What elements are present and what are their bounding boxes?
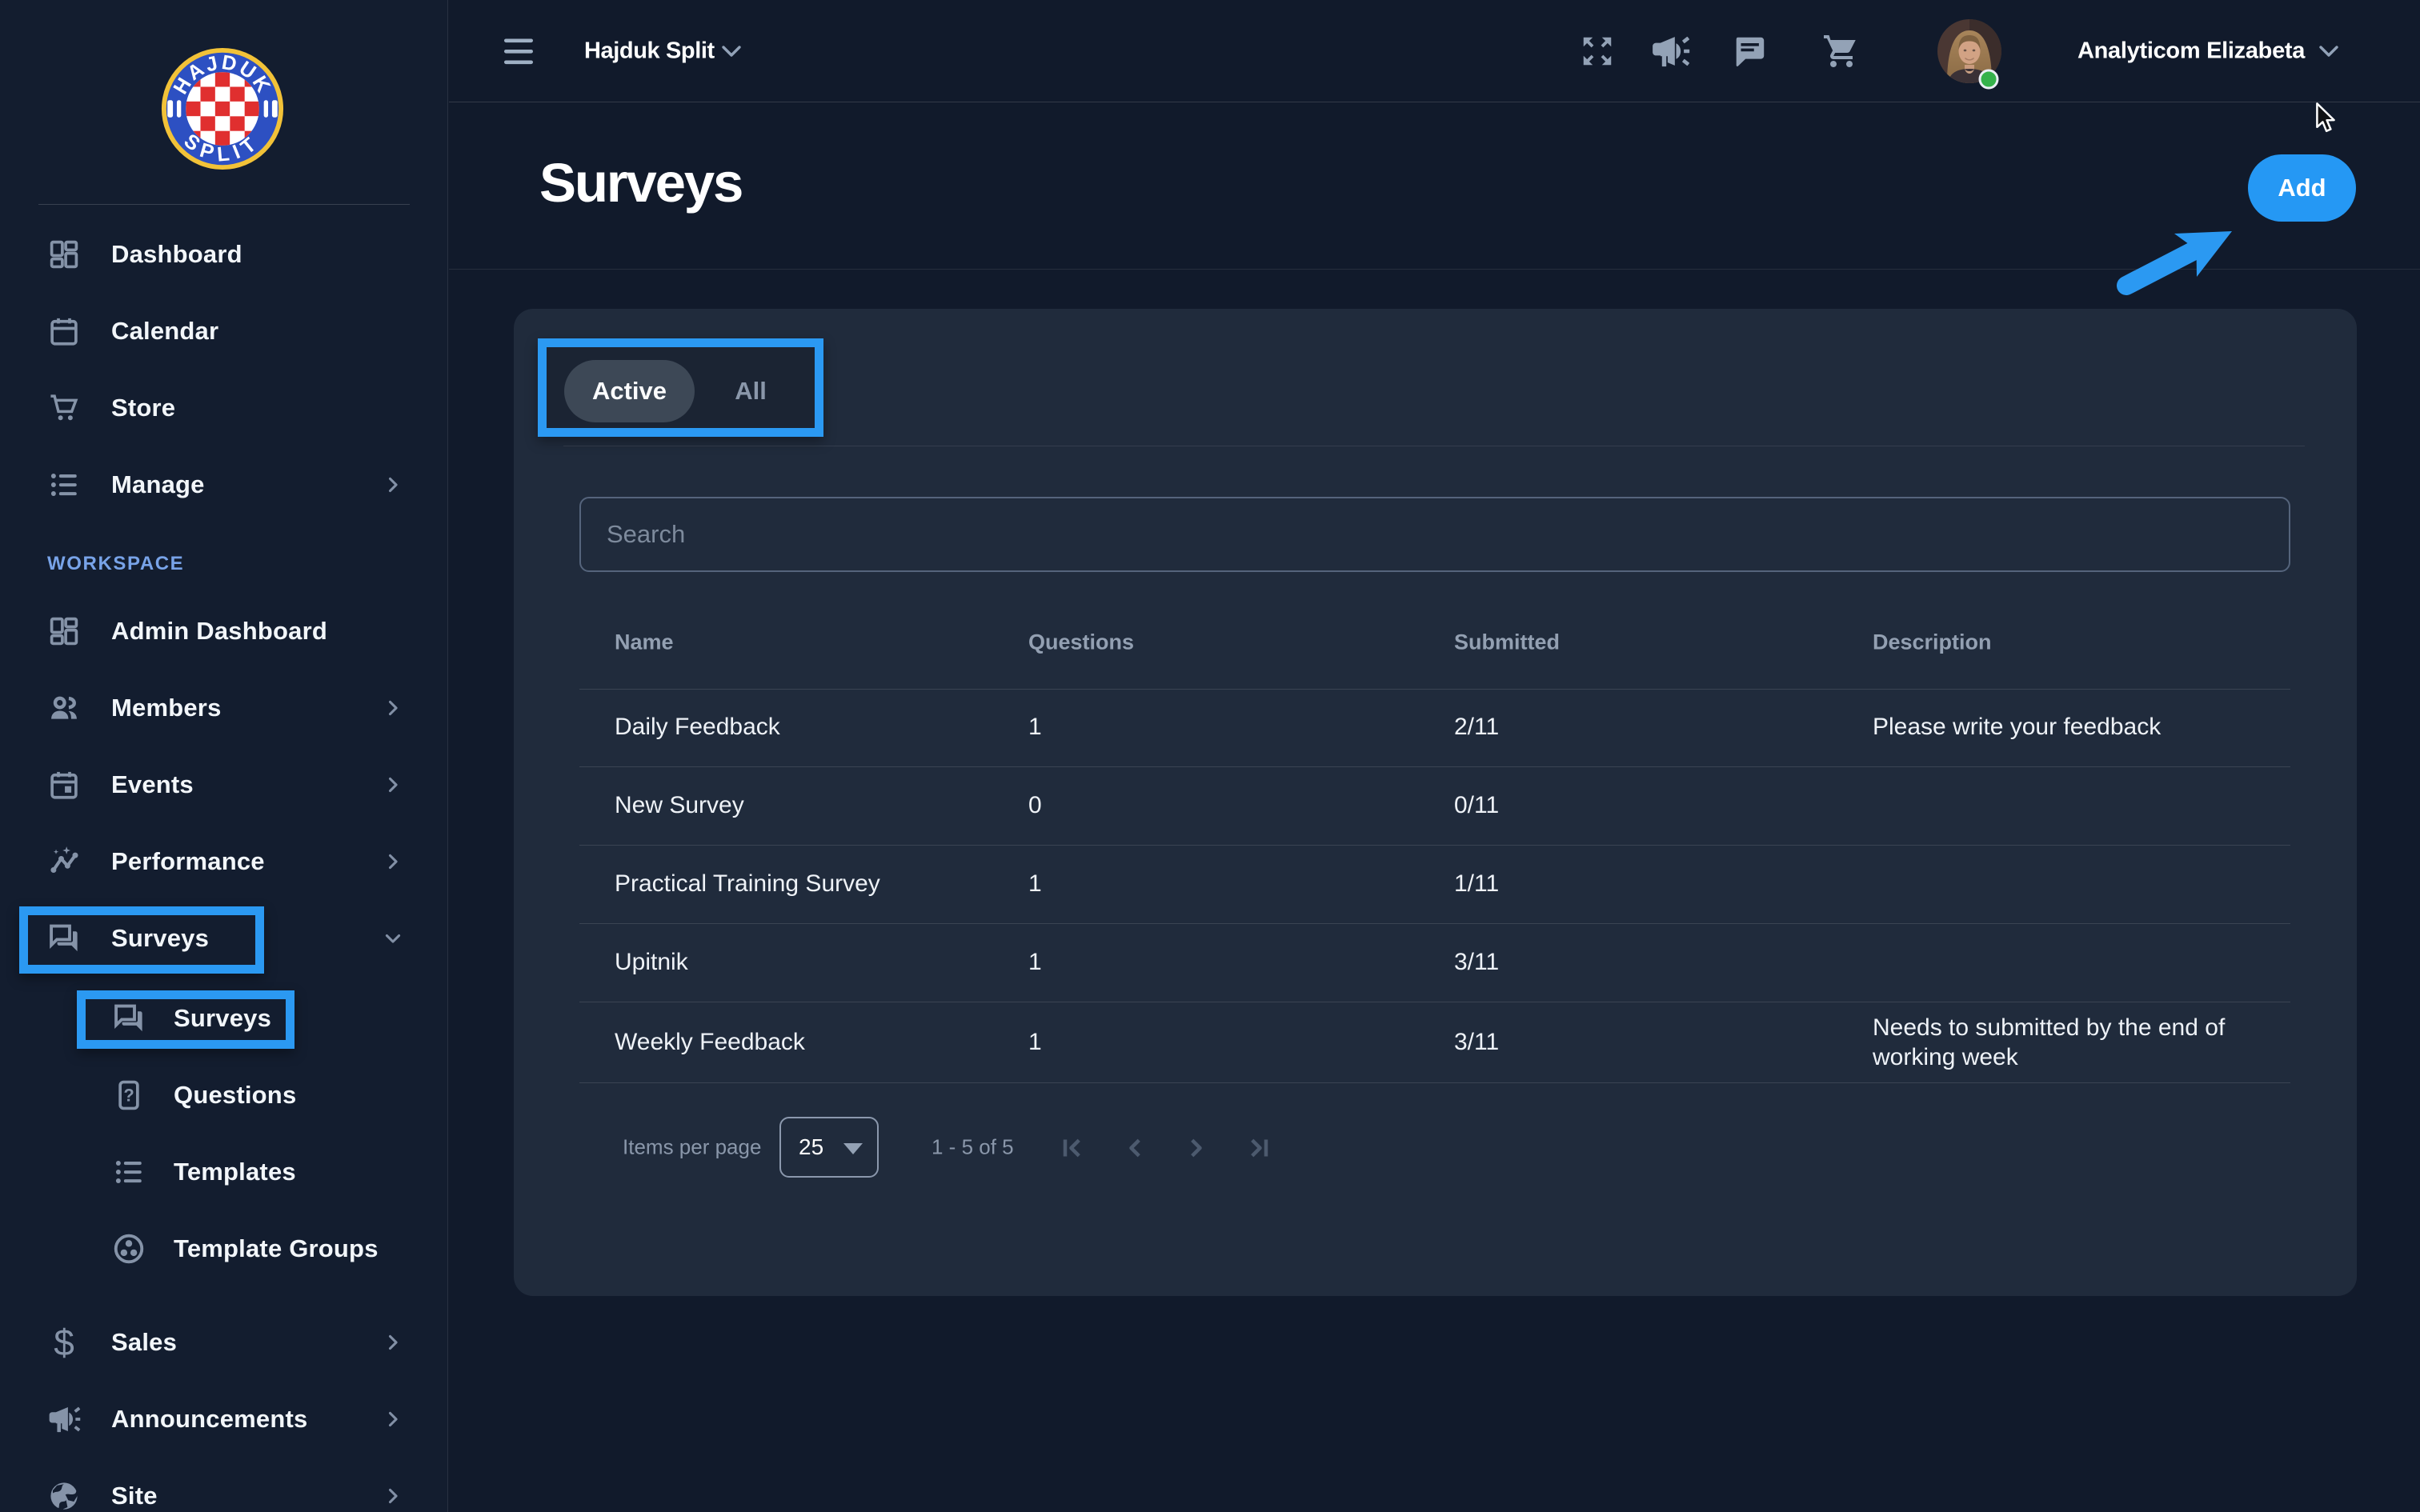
svg-text:?: ? (123, 1086, 134, 1106)
